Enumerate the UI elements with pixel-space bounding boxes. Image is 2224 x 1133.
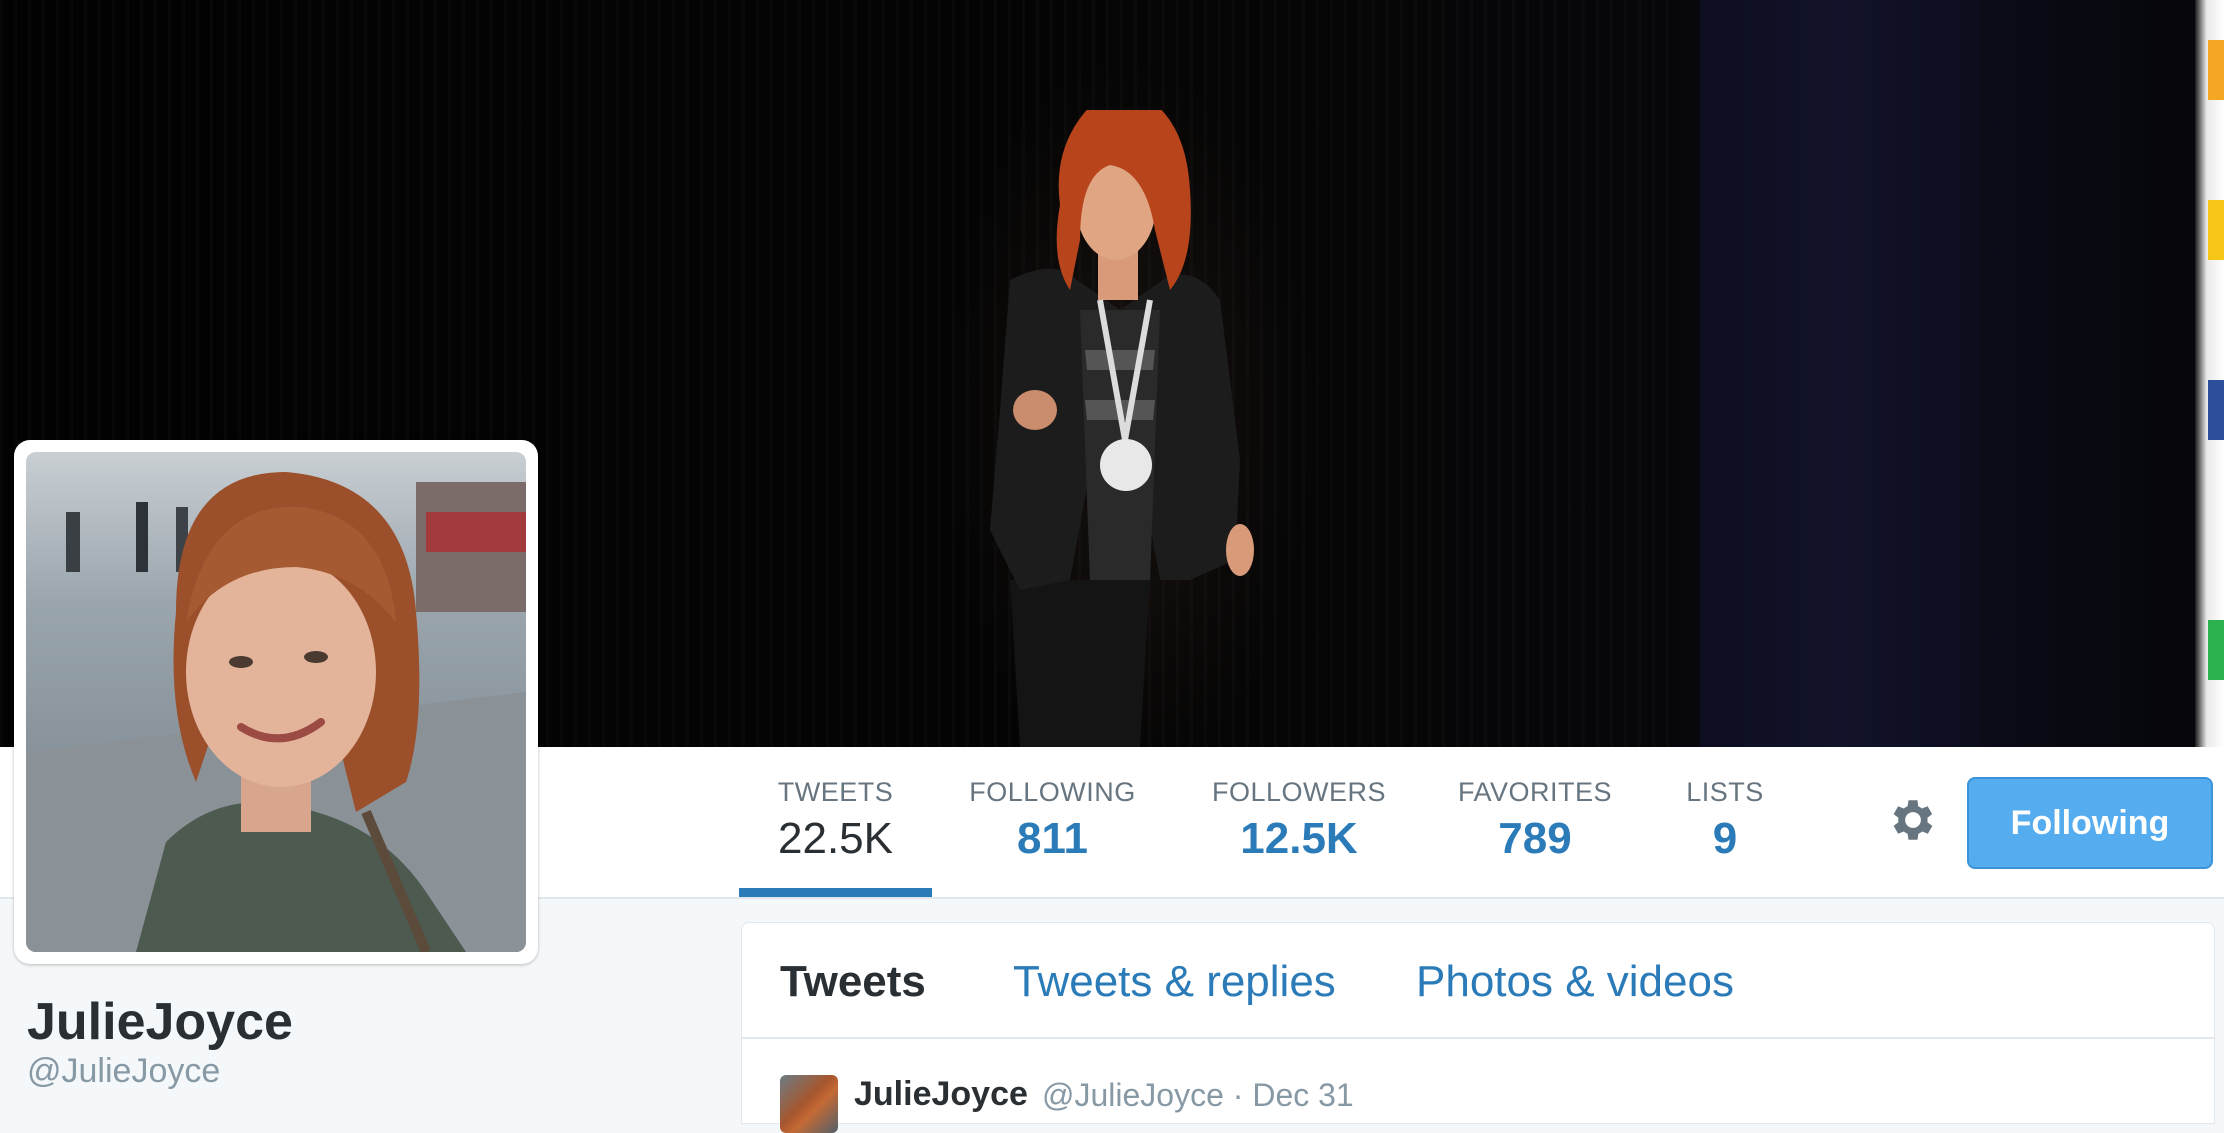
stat-tweets[interactable]: TWEETS 22.5K [739,777,932,864]
stat-following-value: 811 [1017,814,1088,863]
stat-lists-label: LISTS [1686,777,1764,807]
avatar-photo [26,452,526,952]
stat-followers[interactable]: FOLLOWERS 12.5K [1206,777,1392,864]
banner-pillar [1700,0,1980,747]
tab-tweets-and-replies[interactable]: Tweets & replies [1013,957,1336,1007]
tweet-separator: · [1232,1077,1244,1113]
active-stat-indicator [739,888,932,897]
timeline-tabs: Tweets Tweets & replies Photos & videos [742,923,2214,1039]
stat-lists[interactable]: LISTS 9 [1675,777,1775,864]
tweet-meta: @JulieJoyce · Dec 31 [1042,1077,1354,1114]
tweet-author-name[interactable]: JulieJoyce [854,1075,1028,1114]
stat-tweets-value: 22.5K [778,814,893,863]
tweet-item[interactable]: JulieJoyce @JulieJoyce · Dec 31 [742,1039,2214,1133]
following-button[interactable]: Following [1967,777,2213,869]
tab-photos-and-videos[interactable]: Photos & videos [1416,957,1734,1007]
stat-favorites-label: FAVORITES [1457,777,1613,807]
stat-tweets-label: TWEETS [777,777,894,807]
stat-followers-value: 12.5K [1240,814,1358,863]
stat-following[interactable]: FOLLOWING 811 [960,777,1145,864]
profile-screen-name[interactable]: @JulieJoyce [27,1052,220,1091]
stat-lists-value: 9 [1712,814,1738,863]
stat-followers-label: FOLLOWERS [1211,777,1387,807]
tab-tweets[interactable]: Tweets [780,957,926,1007]
tweet-author-handle[interactable]: @JulieJoyce [1042,1077,1224,1113]
banner-edge [2195,0,2224,747]
tweet-avatar[interactable] [780,1075,838,1133]
banner-speaker-photo [990,110,1254,747]
avatar[interactable] [14,440,538,964]
stat-favorites[interactable]: FAVORITES 789 [1450,777,1620,864]
profile-display-name[interactable]: JulieJoyce [27,992,293,1052]
stat-favorites-value: 789 [1498,814,1572,863]
stat-following-label: FOLLOWING [969,777,1136,807]
tweet-date[interactable]: Dec 31 [1252,1077,1353,1113]
timeline-card: Tweets Tweets & replies Photos & videos … [741,922,2215,1133]
gear-icon[interactable] [1886,793,1940,847]
